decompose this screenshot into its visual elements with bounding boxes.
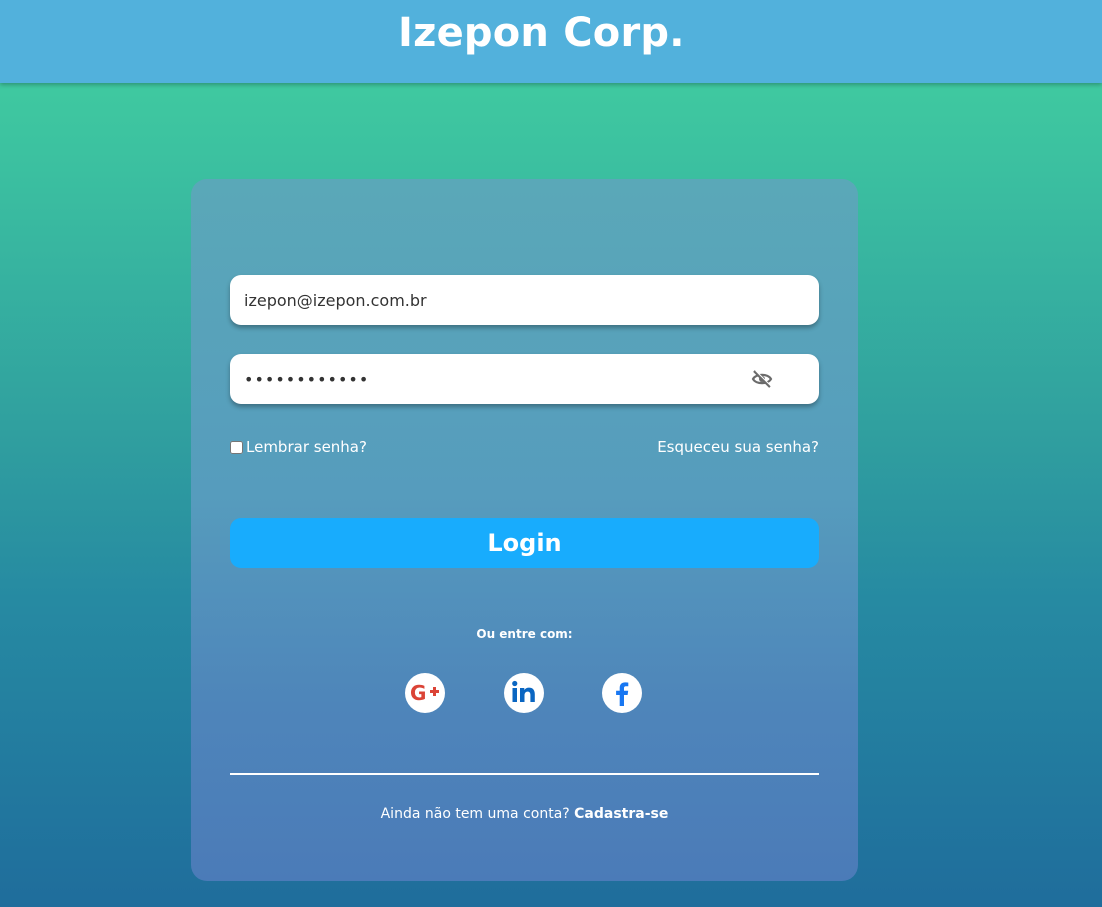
linkedin-icon[interactable] — [504, 673, 544, 713]
remember-label: Lembrar senha? — [246, 438, 367, 456]
email-field-container — [230, 275, 819, 325]
form-options-row: Lembrar senha? Esqueceu sua senha? — [230, 435, 819, 459]
login-card: Lembrar senha? Esqueceu sua senha? Login… — [191, 179, 858, 881]
login-button[interactable]: Login — [230, 518, 819, 568]
signup-prompt: Ainda não tem uma conta? — [380, 806, 570, 822]
signup-link[interactable]: Cadastra-se — [574, 806, 668, 822]
password-field-container — [230, 354, 819, 404]
svg-text:G: G — [410, 681, 426, 705]
facebook-icon[interactable] — [602, 673, 642, 713]
brand-title: Izepon Corp. — [398, 10, 685, 56]
password-field[interactable] — [244, 354, 724, 404]
forgot-password-link[interactable]: Esqueceu sua senha? — [657, 435, 819, 459]
top-header: Izepon Corp. — [0, 0, 1102, 83]
divider — [230, 773, 819, 775]
social-login-heading: Ou entre com: — [476, 627, 573, 641]
remember-checkbox[interactable] — [230, 440, 243, 454]
remember-password[interactable]: Lembrar senha? — [230, 435, 367, 459]
eye-off-icon[interactable] — [750, 369, 774, 389]
email-field[interactable] — [244, 275, 804, 325]
signup-row: Ainda não tem uma conta? Cadastra-se — [191, 806, 858, 822]
google-plus-icon[interactable]: G — [405, 673, 445, 713]
